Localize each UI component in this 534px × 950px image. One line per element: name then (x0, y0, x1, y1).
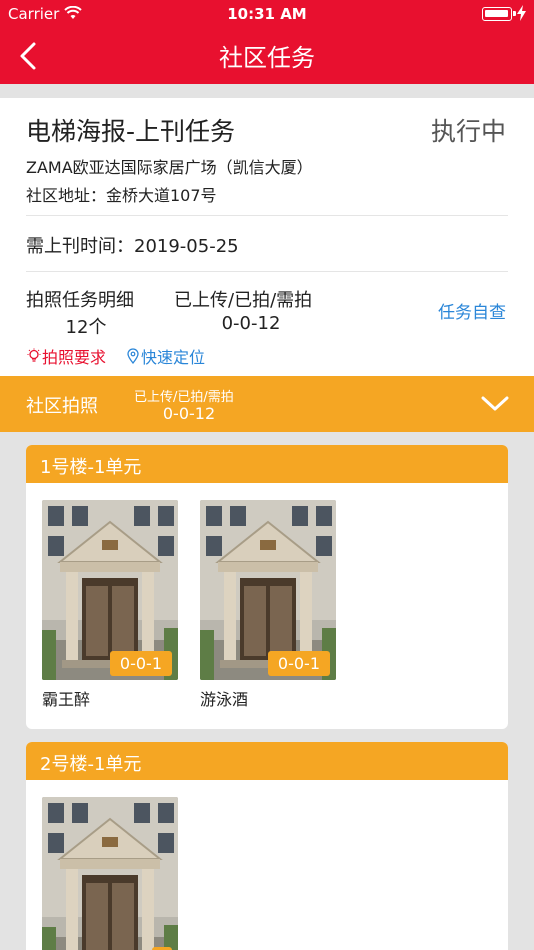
entrance-photo[interactable]: 0-0-1 (200, 500, 336, 680)
building-name: 1号楼-1单元 (26, 445, 508, 483)
photo-task-count: 12个 (65, 317, 107, 338)
page-title: 社区任务 (219, 44, 315, 72)
photo-tile[interactable] (42, 797, 178, 950)
photo-requirements-label: 拍照要求 (42, 348, 107, 367)
status-bar: Carrier 10:31 AM (0, 0, 534, 28)
location-pin-icon (127, 348, 139, 364)
entrance-photo[interactable]: 0-0-1 (42, 500, 178, 680)
tile-progress-badge: 0-0-1 (267, 651, 330, 676)
progress-label: 已上传/已拍/需拍 (174, 290, 313, 311)
quick-locate-link[interactable]: 快速定位 (125, 344, 205, 368)
section-progress-value: 0-0-12 (162, 404, 216, 423)
clock: 10:31 AM (227, 5, 307, 23)
photo-task-detail-label: 拍照任务明细 (26, 290, 134, 311)
building-card: 2号楼-1单元 (26, 742, 508, 950)
tile-progress-badge: 0-0-1 (109, 651, 172, 676)
chevron-down-icon[interactable] (480, 392, 510, 416)
photo-tile[interactable]: 0-0-1 游泳酒 (200, 500, 336, 714)
self-check-link[interactable]: 任务自查 (438, 298, 506, 323)
venue-name: ZAMA欧亚达国际家居广场（凯信大厦） (26, 158, 313, 177)
photo-requirements-link[interactable]: 拍照要求 (26, 344, 106, 368)
entrance-photo[interactable] (42, 797, 178, 950)
task-info-card: 电梯海报-上刊任务 执行中 ZAMA欧亚达国际家居广场（凯信大厦） 社区地址：金… (0, 98, 534, 376)
task-title: 电梯海报-上刊任务 (26, 117, 236, 146)
quick-locate-label: 快速定位 (141, 348, 206, 367)
charging-icon (517, 5, 526, 21)
building-card: 1号楼-1单元 0-0-1 霸王醉 0-0-1 游泳酒 (26, 445, 508, 729)
building-name: 2号楼-1单元 (26, 742, 508, 780)
battery-icon (482, 7, 516, 21)
nav-bar: 社区任务 (0, 28, 534, 84)
lightbulb-icon (27, 348, 41, 362)
task-status: 执行中 (430, 117, 506, 146)
progress-value: 0-0-12 (221, 313, 281, 334)
divider (26, 271, 508, 272)
tile-label: 霸王醉 (42, 690, 91, 709)
community-photo-section-header[interactable]: 社区拍照 已上传/已拍/需拍 0-0-12 (0, 376, 534, 432)
publish-date: 需上刊时间：2019-05-25 (26, 236, 239, 257)
photo-tile[interactable]: 0-0-1 霸王醉 (42, 500, 178, 714)
community-address: 社区地址：金桥大道107号 (26, 186, 217, 205)
tile-label: 游泳酒 (200, 690, 249, 709)
section-title: 社区拍照 (26, 396, 98, 417)
section-progress-label: 已上传/已拍/需拍 (134, 390, 234, 405)
divider (26, 215, 508, 216)
